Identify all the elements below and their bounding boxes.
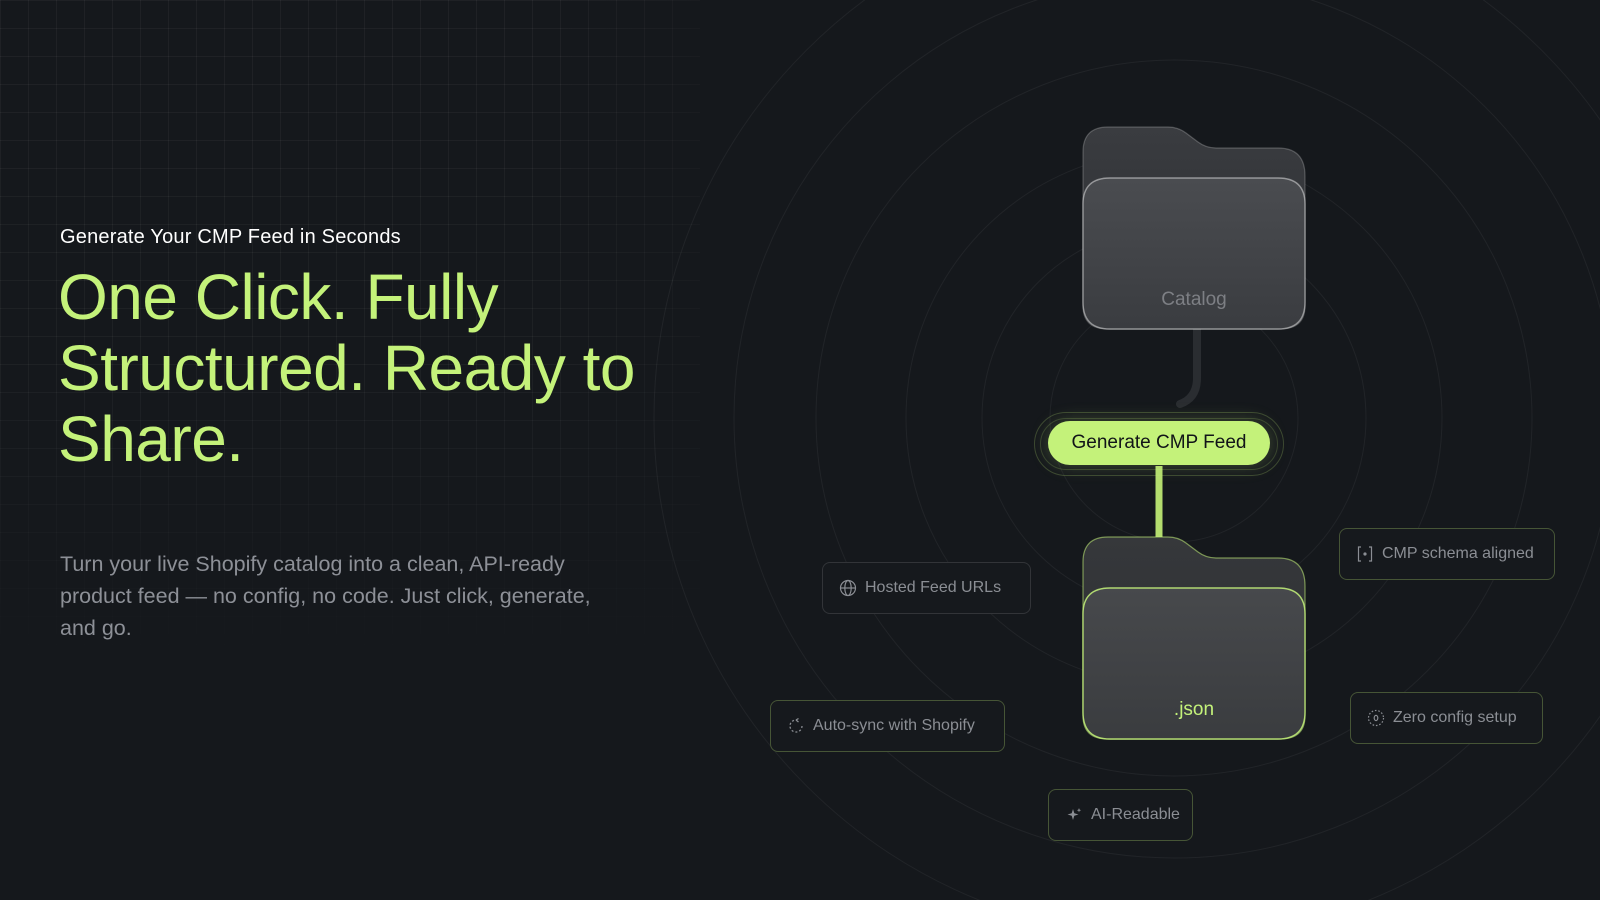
catalog-folder-label: Catalog xyxy=(1161,289,1227,310)
catalog-folder: Catalog xyxy=(1082,126,1306,330)
feature-label: AI-Readable xyxy=(1091,806,1180,823)
connector-top xyxy=(1176,324,1201,408)
feature-label: Zero config setup xyxy=(1393,709,1517,726)
feature-label: Hosted Feed URLs xyxy=(865,579,1002,596)
sparkle-icon xyxy=(1065,806,1083,824)
globe-icon xyxy=(839,579,857,597)
brackets-icon xyxy=(1356,545,1374,563)
feature-auto-sync-shopify: Auto-sync with Shopify xyxy=(770,700,1005,752)
feature-label: Auto-sync with Shopify xyxy=(813,717,975,734)
json-folder-label: .json xyxy=(1173,699,1215,720)
sync-icon xyxy=(787,717,805,735)
zero-icon xyxy=(1367,709,1385,727)
generate-cmp-feed-button[interactable]: Generate CMP Feed xyxy=(1048,421,1270,465)
json-folder: .json xyxy=(1082,536,1306,740)
feature-hosted-feed-urls: Hosted Feed URLs xyxy=(822,562,1031,614)
feature-zero-config-setup: Zero config setup xyxy=(1350,692,1543,744)
feature-cmp-schema-aligned: CMP schema aligned xyxy=(1339,528,1555,580)
concentric-rings xyxy=(653,0,1600,900)
feature-ai-readable: AI-Readable xyxy=(1048,789,1193,841)
feature-label: CMP schema aligned xyxy=(1382,545,1534,562)
